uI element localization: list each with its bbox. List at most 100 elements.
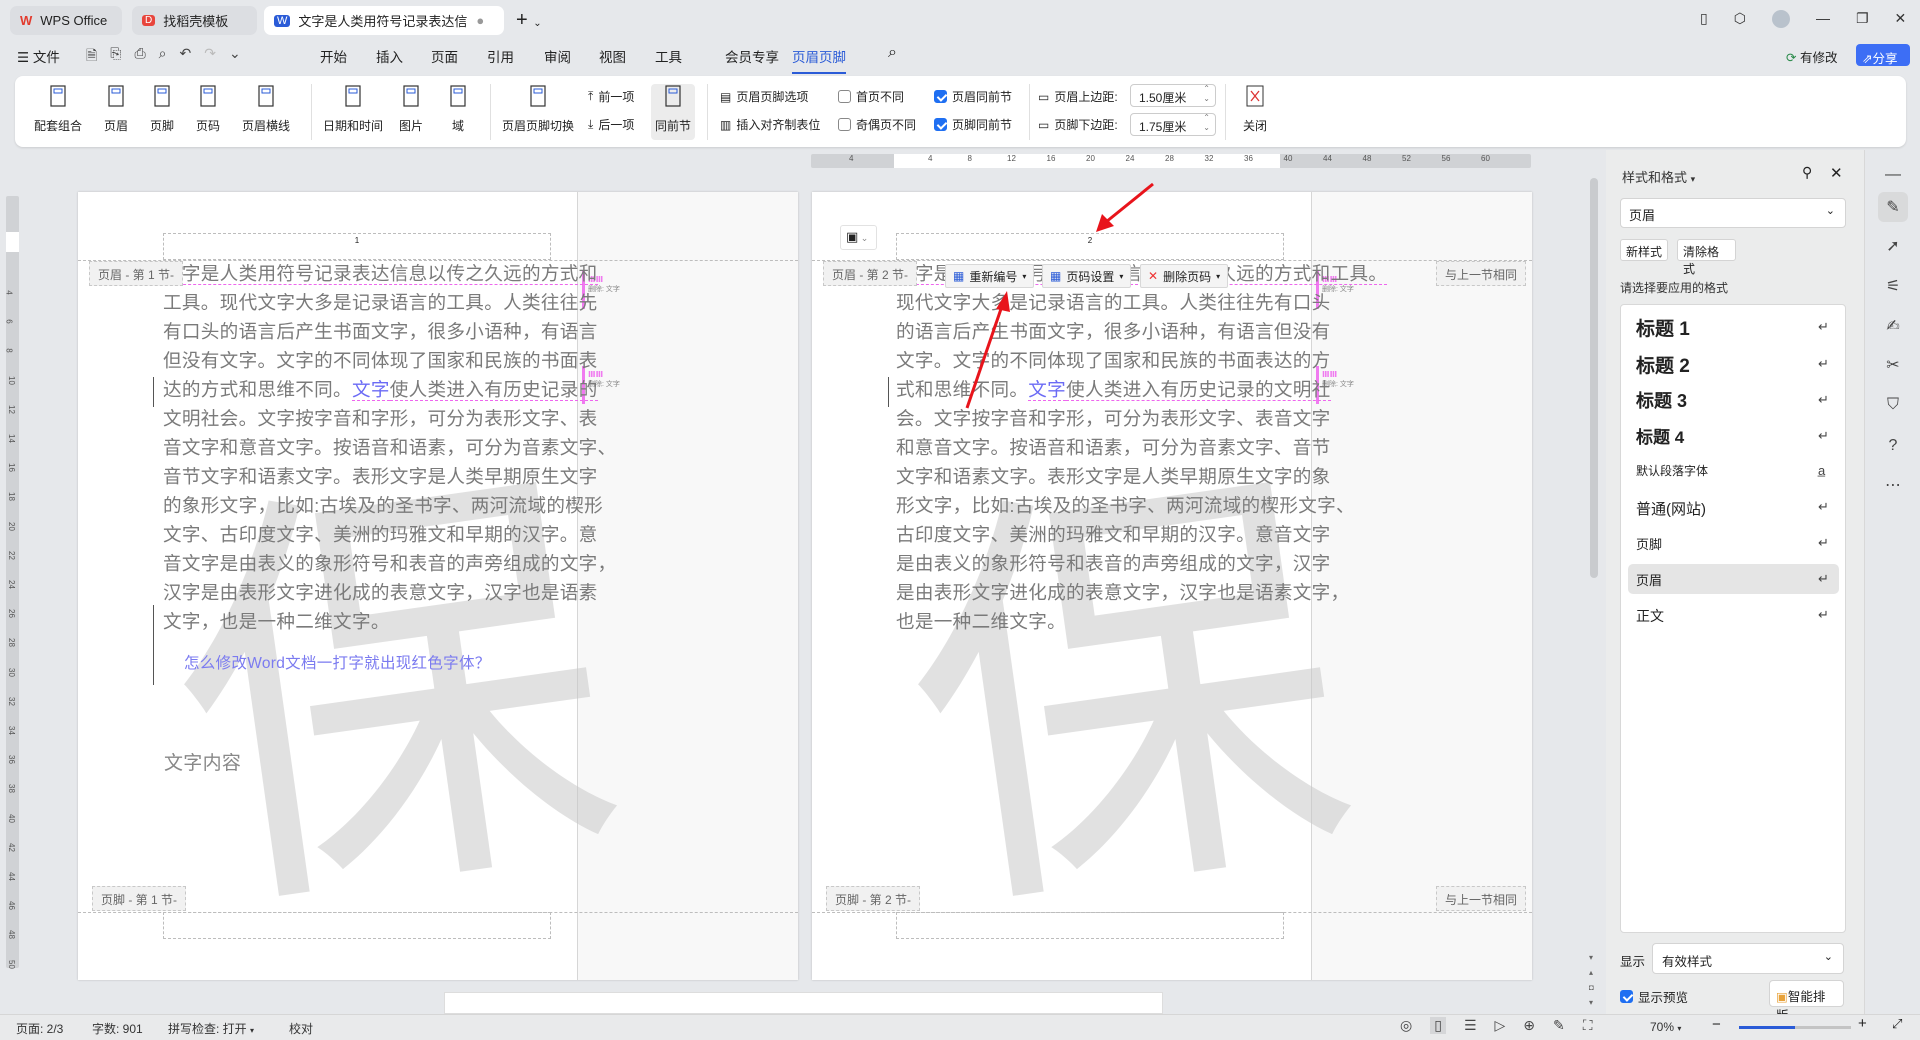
style-item[interactable]: 页脚 (1636, 534, 1662, 553)
help-icon[interactable]: ? (1878, 431, 1908, 461)
close-panel-icon[interactable]: ✕ (1830, 164, 1843, 182)
file-menu[interactable]: ☰ 文件 (17, 46, 60, 66)
adjust-sliders-icon[interactable]: ⚟ (1878, 271, 1908, 301)
header-box[interactable]: 2 (896, 233, 1284, 260)
text-line[interactable]: 式和思维不同。文字使人类进入有历史记录的文明社 (896, 375, 1331, 402)
first-page-different-checkbox[interactable]: 首页不同 (838, 88, 904, 105)
panel-title[interactable]: 样式和格式 ▾ (1622, 167, 1695, 186)
zoom-dropdown[interactable]: 70% ▾ (1650, 1020, 1681, 1034)
text-line[interactable]: 文字。文字的不同体现了国家和民族的书面表达的方 (896, 346, 1331, 373)
layout-icon[interactable]: ▯ (1700, 10, 1708, 28)
menu-tab[interactable]: 引用 (487, 46, 514, 66)
avatar[interactable] (1771, 10, 1790, 28)
tab-wps-office[interactable]: W WPS Office (10, 6, 122, 35)
text-line[interactable]: 文字、古印度文字、美洲的玛雅文和早期的汉字。意 (163, 520, 598, 547)
text-line[interactable]: 文明社会。文字按字音和字形，可分为表形文字、表 (163, 404, 598, 431)
style-item[interactable]: 标题 4 (1636, 423, 1684, 448)
text-line[interactable]: 形文字，比如:古埃及的圣书字、两河流域的楔形文字、 (896, 491, 1355, 518)
text-line[interactable]: 文字和语素文字。表形文字是人类早期原生文字的象 (896, 462, 1331, 489)
text-line[interactable]: 的象形文字，比如:古埃及的圣书字、两河流域的楔形 (163, 491, 603, 518)
spell-check[interactable]: 拼写检查: 打开 ▾ (168, 1020, 254, 1037)
link-previous-button[interactable]: 同前节 (651, 84, 695, 140)
eye-protect-icon[interactable]: ◎ (1400, 1017, 1412, 1034)
ai-writing-icon[interactable]: ✍ (1878, 311, 1908, 341)
style-item[interactable]: 标题 3 (1636, 387, 1687, 413)
footer-box[interactable] (163, 912, 551, 939)
footer-bottom-margin-input[interactable]: 1.75厘米 (1130, 113, 1216, 136)
new-tab-button[interactable]: + ⌄ (516, 9, 542, 32)
text-line[interactable]: 有口头的语言后产生书面文字，很多小语种，有语言 (163, 317, 598, 344)
header-line-button[interactable]: 页眉横线 (226, 84, 306, 134)
zoom-out-button[interactable]: − (1712, 1016, 1721, 1033)
header-link-previous-checkbox[interactable]: 页眉同前节 (934, 88, 1012, 105)
menu-tab[interactable]: 开始 (320, 46, 347, 66)
page-number-settings-button[interactable]: ▦ 页码设置 ▾ (1042, 264, 1132, 288)
delete-page-number-button[interactable]: ✕ 删除页码 ▾ (1140, 264, 1229, 288)
horizontal-scroll-area[interactable] (444, 992, 1163, 1014)
odd-even-different-checkbox[interactable]: 奇偶页不同 (838, 116, 916, 133)
restore-icon[interactable]: ❐ (1856, 10, 1869, 28)
menu-tab[interactable]: 页眉页脚 (792, 46, 846, 74)
menu-tab[interactable]: 页面 (431, 46, 458, 66)
text-line[interactable]: 是由表形文字进化成的表意文字，汉字也是语素文字， (896, 578, 1349, 605)
pin-icon[interactable]: ⚲ (1802, 164, 1812, 181)
style-item[interactable]: 标题 1 (1636, 314, 1690, 341)
undo-icon[interactable]: ↶ (180, 45, 192, 69)
style-item[interactable]: 页眉 (1636, 570, 1662, 589)
more-chevron-icon[interactable]: ⌄ (229, 45, 241, 69)
current-style-dropdown[interactable]: 页眉 ⌄ (1620, 198, 1846, 228)
text-line[interactable]: 的语言后产生书面文字，很多小语种，有语言但没有 (896, 317, 1331, 344)
footer-box[interactable] (896, 912, 1284, 939)
header-layout-button[interactable]: ▣ ⌄ (840, 225, 877, 250)
pen-icon[interactable]: ✎ (1553, 1017, 1565, 1034)
text-line[interactable]: 达的方式和思维不同。文字使人类进入有历史记录的 (163, 375, 598, 402)
text-line[interactable]: 音文字是由表义的象形符号和表音的声旁组成的文字， (163, 549, 616, 576)
style-item[interactable]: 普通(网站) (1636, 498, 1706, 519)
text-line[interactable]: 现代文字大多是记录语言的工具。人类往往先有口头 (896, 288, 1331, 315)
text-line[interactable]: 音节文字和语素文字。表形文字是人类早期原生文字 (163, 462, 598, 489)
horizontal-ruler[interactable]: 4 4 8 12 16 20 24 28 32 36 40 44 48 52 56 60 (811, 154, 1531, 168)
text-line[interactable]: 文字是人类用符号记录表达信息以传之久远的方式和 (163, 259, 598, 286)
page-view-icon[interactable]: ▯ (1430, 1017, 1446, 1034)
zoom-slider[interactable] (1739, 1026, 1851, 1029)
word-count[interactable]: 字数: 901 (92, 1020, 143, 1037)
menu-tab[interactable]: 审阅 (544, 46, 571, 66)
next-item-button[interactable]: ⤓ 后一项 (588, 116, 634, 133)
new-style-button[interactable]: 新样式 (1620, 239, 1668, 261)
collapse-icon[interactable]: — (1878, 160, 1908, 190)
page-2[interactable]: 保 2 ▣ ⌄ 页眉 - 第 2 节- 与上一节相同 页脚 - 第 2 节- 与… (812, 192, 1532, 980)
header-top-margin-input[interactable]: 1.50厘米 (1130, 84, 1216, 107)
style-item[interactable]: 默认段落字体 (1636, 462, 1708, 479)
link-heading[interactable]: 怎么修改Word文档一打字就出现红色字体？ (184, 651, 491, 673)
menu-tab[interactable]: 视图 (599, 46, 626, 66)
vertical-scrollbar[interactable] (1590, 178, 1598, 578)
style-item[interactable]: 正文 (1636, 606, 1664, 626)
field-button[interactable]: 域 (418, 84, 498, 134)
text-line[interactable]: 汉字是由表形文字进化成的表意文字，汉字也是语素 (163, 578, 598, 605)
style-item[interactable]: 标题 2 (1636, 351, 1690, 378)
tab-templates[interactable]: D 找稻壳模板 (132, 6, 257, 35)
tools-icon[interactable]: ✂ (1878, 350, 1908, 380)
share-button[interactable]: ⇗分享 (1856, 44, 1910, 66)
show-filter-dropdown[interactable]: 有效样式 ⌄ (1652, 943, 1844, 974)
select-cursor-icon[interactable]: ➚ (1878, 231, 1908, 261)
header-footer-options-button[interactable]: ▤ 页眉页脚选项 (720, 88, 808, 105)
text-line[interactable]: 古印度文字、美洲的玛雅文和早期的汉字。意音文字 (896, 520, 1331, 547)
web-view-icon[interactable]: ⊕ (1523, 1017, 1535, 1034)
modified-status[interactable]: ⟳ 有修改 (1786, 47, 1837, 66)
close-window-icon[interactable]: ✕ (1895, 10, 1907, 28)
page-1[interactable]: 保 1 页眉 - 第 1 节- 页脚 - 第 1 节- 怎么修改Word文档一打… (78, 192, 798, 980)
save-icon[interactable]: 🗎 (86, 45, 97, 69)
clear-format-button[interactable]: 清除格式 (1677, 239, 1736, 276)
zoom-in-button[interactable]: + (1858, 1015, 1867, 1032)
fit-page-icon[interactable]: ⛶ (1583, 1017, 1593, 1034)
renumber-button[interactable]: ▦ 重新编号 ▾ (945, 264, 1035, 288)
footer-link-previous-checkbox[interactable]: 页脚同前节 (934, 116, 1012, 133)
more-icon[interactable]: ⋯ (1878, 470, 1908, 500)
text-line[interactable]: 和意音文字。按语音和语素，可分为音素文字、音节 (896, 433, 1331, 460)
previous-item-button[interactable]: ⤒ 前一项 (588, 88, 634, 105)
text-line[interactable]: 但没有文字。文字的不同体现了国家和民族的书面表 (163, 346, 598, 373)
menu-tab[interactable]: 插入 (376, 46, 403, 66)
search-icon[interactable]: ⌕ (888, 44, 897, 62)
redo-icon[interactable]: ↷ (204, 45, 216, 69)
